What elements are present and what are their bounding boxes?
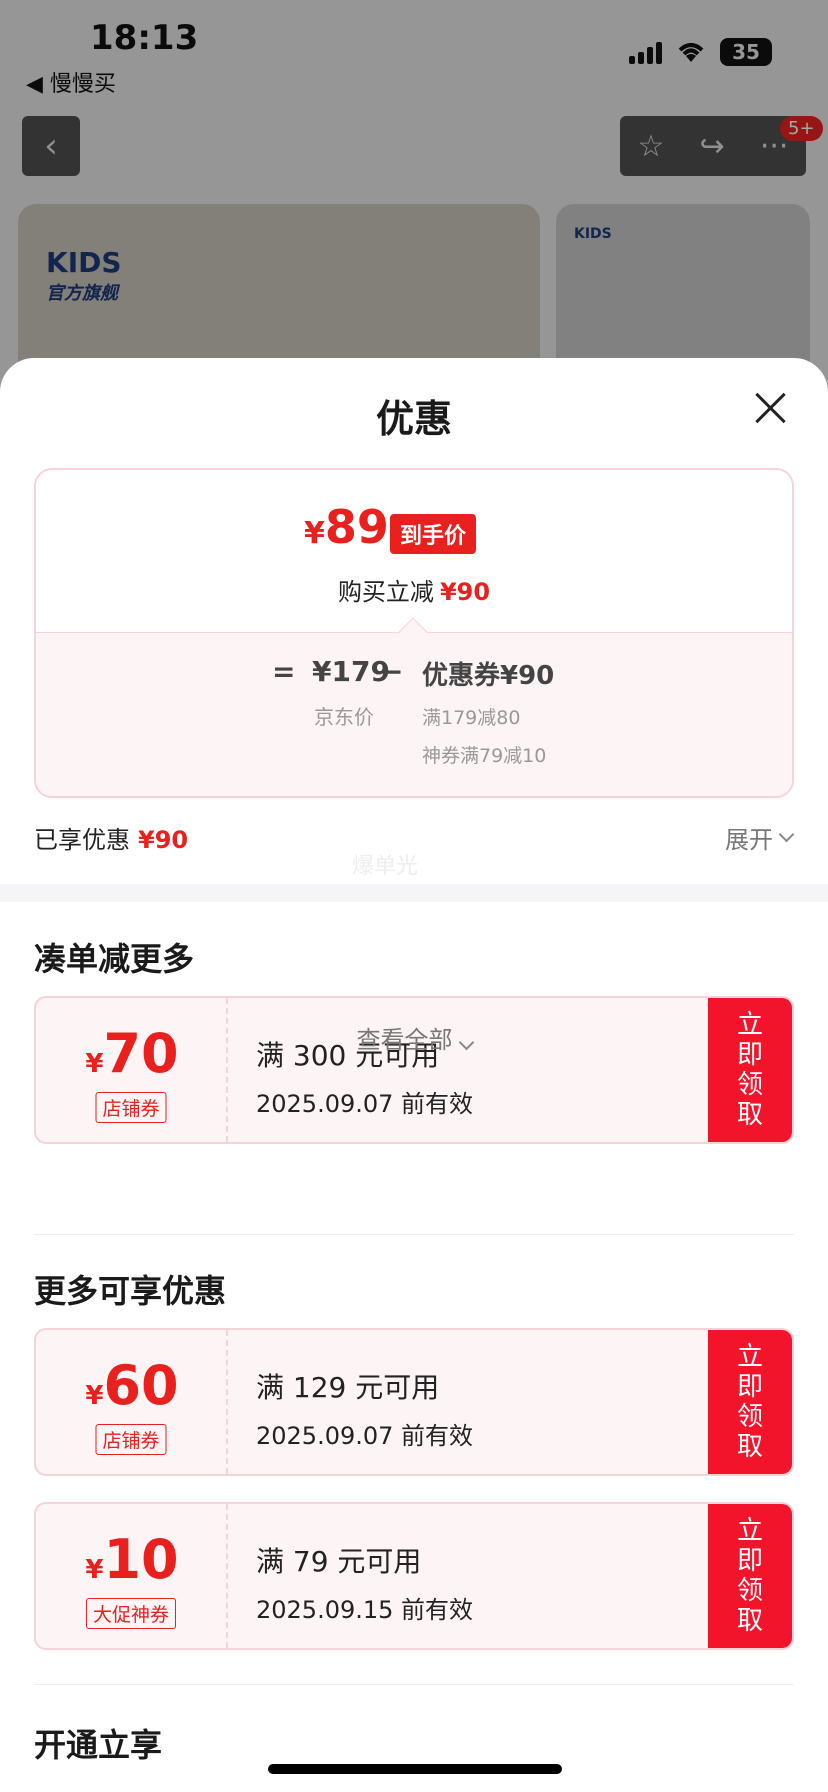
divider (34, 1234, 794, 1235)
section-title-more: 更多可享优惠 (34, 1272, 227, 1310)
coupon-condition: 满 79 元可用 (256, 1545, 422, 1578)
expand-button[interactable]: 展开 (725, 820, 795, 855)
discount-sheet: 优惠 ¥89 到手价 购买立减 ¥90 = ¥179 − 优惠券¥90 京东价 满… (0, 358, 828, 1792)
watermark-text: 爆单光 (352, 854, 419, 879)
minus-sign: − (380, 655, 404, 688)
coupon-card: ¥60 店铺券 满 129 元可用 2025.09.07 前有效 立即领取 (34, 1328, 794, 1476)
price-summary-card: ¥89 到手价 购买立减 ¥90 = ¥179 − 优惠券¥90 京东价 满179… (34, 468, 794, 798)
final-price: ¥89 (304, 500, 389, 554)
section-title-open: 开通立享 (34, 1726, 163, 1764)
coupon-expiry: 2025.09.07 前有效 (256, 1422, 474, 1450)
jd-price: ¥179 (312, 655, 390, 688)
instant-discount-line: 购买立减 ¥90 (337, 578, 491, 606)
home-indicator (268, 1764, 562, 1774)
background-page: 18:13 ◀ 慢慢买 35 ‹ ☆ ↪ ··· 5+ KIDS 官方旗舰 KI… (0, 0, 828, 400)
chevron-down-icon (778, 826, 795, 843)
coupon-detail: 满179减80 (422, 707, 521, 729)
coupon-expiry: 2025.09.15 前有效 (256, 1596, 474, 1624)
view-all-button[interactable]: 查看全部 (0, 1020, 828, 1055)
divider (34, 1684, 794, 1685)
close-icon[interactable] (754, 392, 786, 424)
price-breakdown: = ¥179 − 优惠券¥90 京东价 满179减80 神券满79减10 (36, 632, 792, 796)
jd-price-label: 京东价 (314, 705, 374, 729)
coupon-amount: ¥10 (85, 1528, 179, 1591)
coupon-type-badge: 大促神券 (85, 1598, 177, 1629)
final-price-tag: 到手价 (390, 514, 477, 554)
claim-coupon-button[interactable]: 立即领取 (708, 1330, 792, 1474)
coupon-card: ¥70 店铺券 满 300 元可用 2025.09.07 前有效 立即领取 (34, 996, 794, 1144)
claim-coupon-button[interactable]: 立即领取 (708, 1504, 792, 1648)
coupon-card: ¥10 大促神券 满 79 元可用 2025.09.15 前有效 立即领取 (34, 1502, 794, 1650)
dim-overlay[interactable] (0, 0, 828, 400)
section-separator (0, 884, 828, 902)
coupon-expiry: 2025.09.07 前有效 (256, 1090, 474, 1118)
equals-sign: = (272, 655, 296, 688)
enjoyed-discount: 已享优惠 ¥90 (34, 826, 189, 854)
coupon-total: 优惠券¥90 (422, 661, 555, 691)
coupon-type-badge: 店铺券 (95, 1424, 167, 1455)
section-title-combine: 凑单减更多 (34, 940, 195, 978)
sheet-title: 优惠 (375, 397, 452, 441)
coupon-amount: ¥60 (85, 1354, 179, 1417)
coupon-type-badge: 店铺券 (95, 1092, 167, 1123)
coupon-detail: 神券满79减10 (422, 745, 547, 767)
chevron-down-icon (458, 1034, 474, 1051)
coupon-condition: 满 129 元可用 (256, 1371, 440, 1404)
